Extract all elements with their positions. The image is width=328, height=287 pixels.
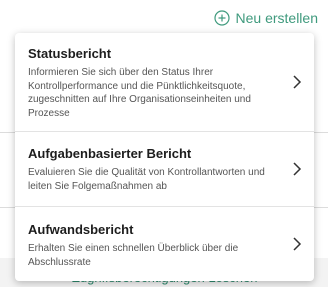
chevron-right-icon (292, 162, 302, 176)
chevron-right-icon (292, 75, 302, 89)
menu-item-title: Aufgabenbasierter Bericht (28, 146, 192, 161)
menu-item-aufgabenbasierter-bericht[interactable]: Aufgabenbasierter Bericht Evaluieren Sie… (15, 132, 314, 207)
menu-item-description: Erhalten Sie einen schnellen Überblick ü… (28, 243, 239, 268)
menu-item-description: Evaluieren Sie die Qualität von Kontroll… (28, 167, 265, 192)
chevron-right-icon (292, 237, 302, 251)
create-new-button[interactable]: Neu erstellen (213, 8, 319, 28)
report-type-dropdown: Statusbericht Informieren Sie sich über … (15, 33, 314, 281)
create-new-label: Neu erstellen (235, 10, 319, 26)
menu-item-statusbericht[interactable]: Statusbericht Informieren Sie sich über … (15, 33, 314, 132)
menu-item-aufwandsbericht[interactable]: Aufwandsbericht Erhalten Sie einen schne… (15, 207, 314, 281)
plus-circle-icon (213, 10, 230, 26)
menu-item-title: Aufwandsbericht (28, 222, 134, 237)
menu-item-description: Informieren Sie sich über den Status Ihr… (28, 67, 251, 119)
menu-item-title: Statusbericht (28, 46, 112, 61)
